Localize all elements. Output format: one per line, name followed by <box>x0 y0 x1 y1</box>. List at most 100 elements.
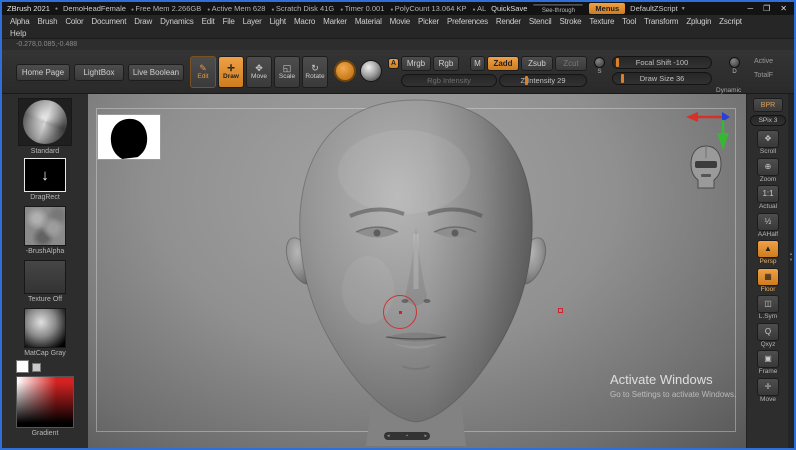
menu-item[interactable]: Render <box>496 17 521 26</box>
spix-slider[interactable]: SPix 3 <box>750 115 786 126</box>
right-shelf-icon[interactable]: ½ <box>757 212 779 231</box>
maximize-button[interactable]: ❐ <box>763 4 770 13</box>
right-shelf-button[interactable]: ⊕ Zoom <box>757 157 779 184</box>
menu-item[interactable]: Movie <box>390 17 411 26</box>
secondary-color-swatch[interactable] <box>32 363 41 372</box>
brush-thumbnail-standard[interactable] <box>18 98 72 146</box>
rgb-intensity-slider[interactable]: Rgb Intensity <box>401 74 497 87</box>
color-picker-gradient[interactable] <box>16 376 74 428</box>
menu-item[interactable]: Texture <box>589 17 614 26</box>
brush-ring-icon[interactable] <box>334 60 356 82</box>
camview-head-icon[interactable] <box>688 144 724 190</box>
right-shelf-icon[interactable]: ✥ <box>757 130 779 148</box>
viewport-canvas[interactable]: Activate Windows Go to Settings to activ… <box>88 94 746 448</box>
d-dial[interactable]: D <box>729 57 740 75</box>
menu-item[interactable]: Dynamics <box>160 17 194 26</box>
right-shelf-icon[interactable]: ▲ <box>757 240 779 258</box>
canvas-scrollbar[interactable]: ◂ ▪ ▸ <box>384 432 430 440</box>
close-button[interactable]: ✕ <box>780 4 787 13</box>
mrgb-button[interactable]: Mrgb <box>401 56 431 71</box>
menu-item[interactable]: Stroke <box>559 17 581 26</box>
alpha-thumbnail[interactable] <box>24 206 66 246</box>
see-through-slider[interactable]: See-through <box>532 3 585 14</box>
right-shelf-icon[interactable]: 1:1 <box>757 185 779 203</box>
slider-handle[interactable] <box>615 58 619 67</box>
menu-item[interactable]: Tool <box>622 17 636 26</box>
dial-knob-icon[interactable] <box>729 57 740 68</box>
right-shelf-button[interactable]: ▲ Persp <box>757 240 779 266</box>
right-shelf-icon[interactable]: ▦ <box>757 267 779 286</box>
edit-button[interactable]: ✎ Edit <box>190 56 216 88</box>
menu-item[interactable]: Light <box>270 17 287 26</box>
right-shelf-button[interactable]: ▣ Frame <box>757 350 779 376</box>
menus-button[interactable]: Menus <box>589 3 626 14</box>
menu-item[interactable]: Macro <box>294 17 315 26</box>
slider-handle[interactable] <box>524 76 528 85</box>
right-shelf-icon[interactable]: Q <box>757 322 779 341</box>
slider-handle[interactable] <box>620 74 624 83</box>
menu-item[interactable]: Stencil <box>529 17 552 26</box>
right-shelf-icon[interactable]: ✛ <box>757 377 779 396</box>
tray-divider[interactable] <box>788 94 794 448</box>
menu-item[interactable]: Color <box>65 17 83 26</box>
menu-item[interactable]: Brush <box>37 17 57 26</box>
right-shelf-icon[interactable]: ⊕ <box>757 157 779 176</box>
focal-shift-slider[interactable]: Focal Shift -100 <box>612 56 712 69</box>
minimize-button[interactable]: ─ <box>747 4 753 13</box>
divider-down-icon[interactable]: ▼ <box>789 258 793 262</box>
texture-thumbnail[interactable] <box>24 260 66 294</box>
see-through-track[interactable] <box>532 3 585 7</box>
a-badge-button[interactable]: A <box>388 58 399 69</box>
menu-item[interactable]: Document <box>91 17 126 26</box>
live-boolean-button[interactable]: Live Boolean <box>128 64 184 81</box>
right-shelf-button[interactable]: ◫ L.Sym <box>757 295 779 321</box>
right-shelf-button[interactable]: ½ AAHalf <box>757 212 779 239</box>
menu-item[interactable]: Layer <box>243 17 262 26</box>
material-sphere-icon[interactable] <box>360 60 382 82</box>
right-shelf-button[interactable]: Q Qxyz <box>757 322 779 349</box>
zadd-button[interactable]: Zadd <box>487 56 519 71</box>
zcut-button[interactable]: Zcut <box>555 56 587 71</box>
menu-item[interactable]: Edit <box>202 17 215 26</box>
menu-item[interactable]: Zscript <box>719 17 742 26</box>
scroll-left-icon[interactable]: ◂ <box>387 433 390 439</box>
menu-item-help[interactable]: Help <box>10 29 26 38</box>
tray-divider-arrows[interactable]: ▲ ▼ <box>788 252 794 262</box>
right-shelf-icon[interactable]: ▣ <box>757 350 779 368</box>
menu-item[interactable]: Picker <box>418 17 439 26</box>
scroll-right-icon[interactable]: ▸ <box>424 433 427 439</box>
menu-item[interactable]: Marker <box>323 17 347 26</box>
s-dial[interactable]: S <box>594 57 605 75</box>
zscript-selector[interactable]: DefaultZScript ▼ <box>630 4 685 13</box>
menu-item[interactable]: Material <box>355 17 382 26</box>
dynamic-toggle[interactable]: Dynamic <box>716 87 741 94</box>
move-button[interactable]: ✥ Move <box>246 56 272 88</box>
right-shelf-icon[interactable]: ◫ <box>757 295 779 313</box>
scroll-thumb-icon[interactable]: ▪ <box>406 433 408 439</box>
menu-item[interactable]: Preferences <box>447 17 488 26</box>
draw-button[interactable]: ✛ Draw <box>218 56 244 88</box>
right-shelf-button[interactable]: ✛ Move <box>757 377 779 404</box>
z-intensity-slider[interactable]: Z Intensity 29 <box>499 74 587 87</box>
main-color-swatch[interactable] <box>16 360 29 373</box>
rgb-button[interactable]: Rgb <box>433 56 459 71</box>
right-shelf-button[interactable]: ▦ Floor <box>757 267 779 294</box>
menu-item[interactable]: Transform <box>644 17 679 26</box>
home-page-button[interactable]: Home Page <box>16 64 70 81</box>
menu-item[interactable]: Draw <box>134 17 152 26</box>
quicksave-button[interactable]: QuickSave <box>491 4 527 13</box>
lightbox-button[interactable]: LightBox <box>74 64 124 81</box>
bpr-button[interactable]: BPR <box>753 98 783 112</box>
stroke-thumbnail-dragrect[interactable]: ↓ <box>24 158 66 192</box>
zsub-button[interactable]: Zsub <box>521 56 553 71</box>
material-thumbnail[interactable] <box>24 308 66 348</box>
scale-button[interactable]: ◱ Scale <box>274 56 300 88</box>
right-shelf-button[interactable]: ✥ Scroll <box>757 130 779 156</box>
dial-knob-icon[interactable] <box>594 57 605 68</box>
rotate-button[interactable]: ↻ Rotate <box>302 56 328 88</box>
m-button[interactable]: M <box>470 56 485 71</box>
right-shelf-button[interactable]: 1:1 Actual <box>757 185 779 211</box>
draw-size-slider[interactable]: Draw Size 36 <box>612 72 712 85</box>
menu-item[interactable]: File <box>223 17 235 26</box>
menu-item[interactable]: Alpha <box>10 17 30 26</box>
